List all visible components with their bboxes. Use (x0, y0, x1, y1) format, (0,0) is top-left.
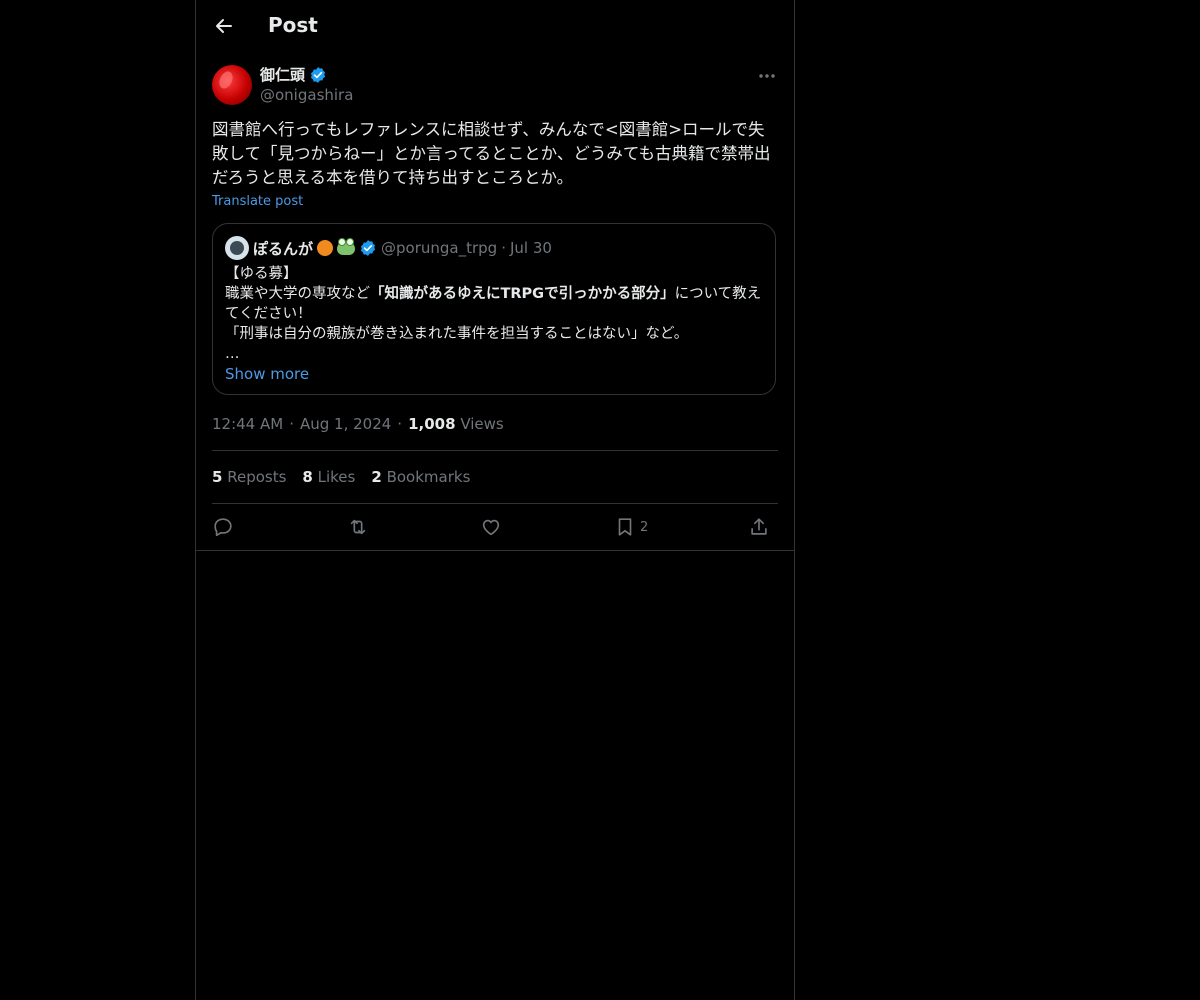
heart-icon (482, 519, 500, 536)
frog-emoji-icon (337, 238, 356, 255)
post-author: 御仁頭 @onigashira (212, 64, 778, 106)
like-button[interactable] (480, 515, 502, 539)
quoted-author-name: ぽるんが (253, 239, 314, 258)
quoted-line-2: 職業や大学の専攻など「知識があるゆえにTRPGで引っかかる部分」について教えてく… (225, 286, 762, 322)
share-button[interactable] (748, 515, 770, 539)
likes-stat[interactable]: 8 Likes (302, 468, 355, 486)
action-bar: 2 (212, 515, 778, 539)
reply-button[interactable] (212, 515, 234, 539)
post-meta: 12:44 AM · Aug 1, 2024 · 1,008 Views (212, 415, 504, 433)
divider (212, 450, 778, 451)
quoted-post[interactable]: ぽるんが @porunga_trpg · Jul 30 【ゆる募】 職業や大学の… (212, 223, 776, 395)
quoted-avatar (225, 236, 249, 260)
repost-button[interactable] (346, 515, 370, 539)
quoted-date: Jul 30 (509, 239, 552, 257)
divider (212, 503, 778, 504)
quoted-text: 【ゆる募】 職業や大学の専攻など「知識があるゆえにTRPGで引っかかる部分」につ… (225, 264, 765, 364)
verified-badge-icon (360, 240, 376, 256)
verified-badge-icon (310, 66, 326, 83)
more-options-button[interactable] (756, 66, 778, 86)
separator-dot: · (501, 239, 506, 257)
quoted-ellipsis: … (225, 346, 240, 362)
top-bar: Post (196, 0, 794, 53)
orange-emoji-icon (317, 240, 334, 256)
avatar[interactable] (212, 65, 252, 105)
back-button[interactable] (212, 14, 236, 38)
repost-icon (350, 519, 366, 535)
divider (196, 550, 794, 551)
page-title: Post (268, 13, 318, 37)
share-icon (751, 518, 767, 535)
quoted-line-1: 【ゆる募】 (225, 266, 298, 282)
author-name[interactable]: 御仁頭 (260, 64, 305, 85)
reposts-stat[interactable]: 5 Reposts (212, 468, 286, 486)
bookmark-button[interactable]: 2 (614, 515, 648, 539)
show-more-link[interactable]: Show more (225, 365, 309, 383)
reply-icon (214, 518, 232, 537)
author-handle[interactable]: @onigashira (260, 86, 353, 104)
views-count: 1,008 (408, 415, 456, 433)
post-stats: 5 Reposts 8 Likes 2 Bookmarks (212, 468, 470, 486)
quoted-line-3: 「刑事は自分の親族が巻き込まれた事件を担当することはない」など。 (225, 326, 689, 342)
post-column: Post 御仁頭 @onigashira 図書館へ行ってもレファレンスに相談せず… (195, 0, 795, 1000)
bookmarks-stat[interactable]: 2 Bookmarks (371, 468, 470, 486)
views-label: Views (460, 415, 504, 433)
quoted-author-handle: @porunga_trpg (381, 239, 498, 257)
translate-post-link[interactable]: Translate post (212, 194, 303, 209)
arrow-left-icon (216, 19, 232, 33)
bookmark-count: 2 (640, 519, 649, 535)
post-date[interactable]: Aug 1, 2024 (300, 415, 391, 433)
post-text: 図書館へ行ってもレファレンスに相談せず、みんなで<図書館>ロールで失敗して「見つ… (212, 120, 771, 187)
bookmark-icon (618, 518, 632, 536)
more-horizontal-icon (759, 74, 775, 78)
post-time[interactable]: 12:44 AM (212, 415, 283, 433)
